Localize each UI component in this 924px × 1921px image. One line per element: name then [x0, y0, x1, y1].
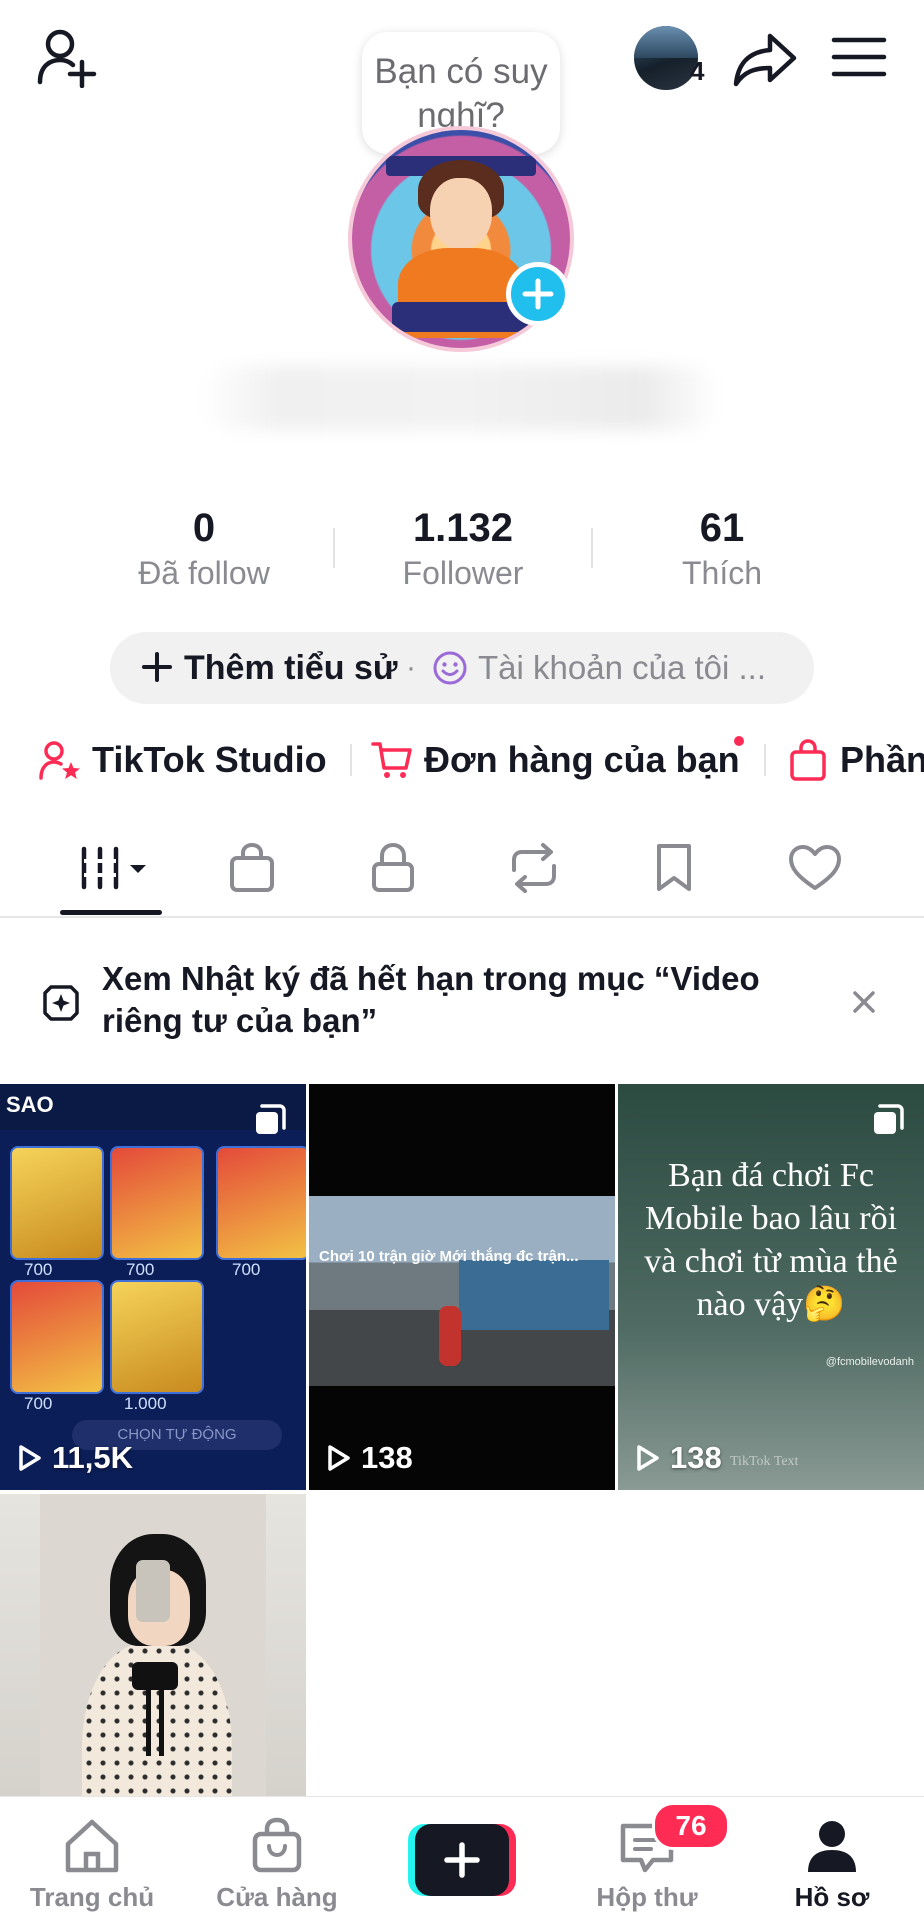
- stat-divider: [333, 528, 335, 568]
- view-count-text: 138: [361, 1440, 413, 1475]
- player-card: [110, 1280, 204, 1394]
- view-count: 138: [632, 1440, 722, 1476]
- share-icon[interactable]: [732, 30, 800, 90]
- view-count: 138: [323, 1440, 413, 1476]
- shopping-bag-icon: [245, 1816, 309, 1876]
- plus-icon: [444, 1842, 480, 1878]
- nav-profile[interactable]: Hồ sơ: [752, 1816, 912, 1913]
- home-icon: [60, 1816, 124, 1876]
- blurred-username: [200, 366, 720, 430]
- followers-label: Follower: [402, 555, 524, 591]
- bio-separator: ·: [406, 651, 416, 684]
- card-value: 1.000: [124, 1394, 167, 1413]
- nav-home[interactable]: Trang chủ: [12, 1816, 172, 1913]
- tiktok-studio-label: TikTok Studio: [92, 739, 327, 780]
- sparkle-box-icon: [40, 982, 82, 1024]
- add-friend-icon[interactable]: [36, 28, 100, 88]
- person-star-icon: [38, 738, 82, 782]
- bag-icon: [786, 738, 830, 782]
- plus-icon: [140, 650, 174, 684]
- carousel-icon: [870, 1102, 906, 1138]
- shortcut-divider: [764, 744, 766, 776]
- play-icon: [637, 1445, 659, 1471]
- player-card: [216, 1146, 306, 1260]
- tab-liked[interactable]: [775, 836, 855, 900]
- products-label: Phần: [840, 739, 924, 780]
- likes-label: Thích: [681, 555, 763, 591]
- tab-videos[interactable]: [64, 836, 168, 900]
- add-avatar-plus-icon[interactable]: [506, 262, 570, 326]
- stat-followers[interactable]: 1.132 Follower: [343, 504, 583, 594]
- video-overlay-text: Bạn đá chơi Fc Mobile bao lâu rồi và chơ…: [644, 1157, 898, 1323]
- player-card: [10, 1146, 104, 1260]
- view-count: 11,5K: [14, 1440, 133, 1476]
- play-icon: [19, 1445, 41, 1471]
- player-card: [10, 1280, 104, 1394]
- watermark: TikTok Text: [730, 1454, 799, 1469]
- shortcut-divider: [350, 744, 352, 776]
- video-caption: Chơi 10 trận giờ Mới thắng đc trận...: [319, 1248, 579, 1265]
- account-type-label[interactable]: Tài khoản của tôi ...: [478, 648, 766, 688]
- following-count: 0: [192, 506, 216, 550]
- thought-bubble-text: Bạn có suy nghĩ?: [374, 52, 548, 135]
- orders-shortcut[interactable]: Đơn hàng của bạn: [370, 734, 740, 786]
- card-value: 700: [232, 1260, 261, 1279]
- video-handle: @fcmobilevodanh: [825, 1356, 914, 1368]
- create-button[interactable]: [408, 1824, 516, 1896]
- video-tile[interactable]: Chơi 10 trận giờ Mới thắng đc trận... 13…: [309, 1084, 615, 1490]
- story-count-badge: 4: [690, 56, 705, 86]
- tab-saved[interactable]: [634, 836, 714, 900]
- stat-following[interactable]: 0 Đã follow: [84, 504, 324, 594]
- profile-icon: [800, 1816, 864, 1876]
- video-tile[interactable]: Bạn đá chơi Fc Mobile bao lâu rồi và chơ…: [618, 1084, 924, 1490]
- menu-icon[interactable]: [830, 32, 888, 82]
- close-icon[interactable]: [846, 984, 882, 1020]
- add-bio-label[interactable]: Thêm tiểu sử: [184, 648, 398, 688]
- tab-repost[interactable]: [494, 836, 574, 900]
- orders-notification-dot: [734, 736, 744, 746]
- shortcut-row: TikTok Studio Đơn hàng của bạn Phần: [0, 734, 924, 786]
- nav-shop[interactable]: Cửa hàng: [197, 1816, 357, 1913]
- orders-label: Đơn hàng của bạn: [424, 739, 740, 780]
- smiley-icon: [432, 650, 468, 686]
- card-value: 700: [126, 1260, 155, 1279]
- products-shortcut[interactable]: Phần: [786, 734, 924, 786]
- active-tab-indicator: [60, 910, 162, 915]
- nav-profile-label: Hồ sơ: [794, 1882, 870, 1912]
- play-icon: [328, 1445, 350, 1471]
- view-count-text: 11,5K: [52, 1440, 134, 1475]
- nav-shop-label: Cửa hàng: [216, 1882, 338, 1912]
- tab-shop[interactable]: [212, 836, 292, 900]
- card-value: 700: [24, 1394, 53, 1413]
- stat-divider: [591, 528, 593, 568]
- tiktok-studio-shortcut[interactable]: TikTok Studio: [38, 734, 327, 786]
- tab-private[interactable]: [353, 836, 433, 900]
- inbox-badge: 76: [652, 1802, 730, 1850]
- notice-text: Xem Nhật ký đã hết hạn trong mục “Video …: [102, 960, 760, 1039]
- tile-header-text: SAO: [6, 1092, 54, 1117]
- likes-count: 61: [699, 506, 745, 550]
- stat-likes[interactable]: 61 Thích: [602, 504, 842, 594]
- nav-inbox-label: Hộp thư: [596, 1882, 698, 1912]
- view-count-text: 138: [670, 1440, 722, 1475]
- game-scene: Chơi 10 trận giờ Mới thắng đc trận...: [309, 1196, 615, 1386]
- player-card: [110, 1146, 204, 1260]
- video-tile[interactable]: SAO 700 700 700 700 1.000 CHỌN TỰ ĐỘNG 1…: [0, 1084, 306, 1490]
- carousel-icon: [252, 1102, 288, 1138]
- card-value: 700: [24, 1260, 53, 1279]
- following-label: Đã follow: [138, 555, 270, 591]
- nav-home-label: Trang chủ: [29, 1882, 155, 1912]
- phone-in-photo: [136, 1560, 170, 1622]
- followers-count: 1.132: [412, 506, 514, 550]
- story-avatar[interactable]: [634, 26, 698, 90]
- cart-icon: [370, 738, 414, 782]
